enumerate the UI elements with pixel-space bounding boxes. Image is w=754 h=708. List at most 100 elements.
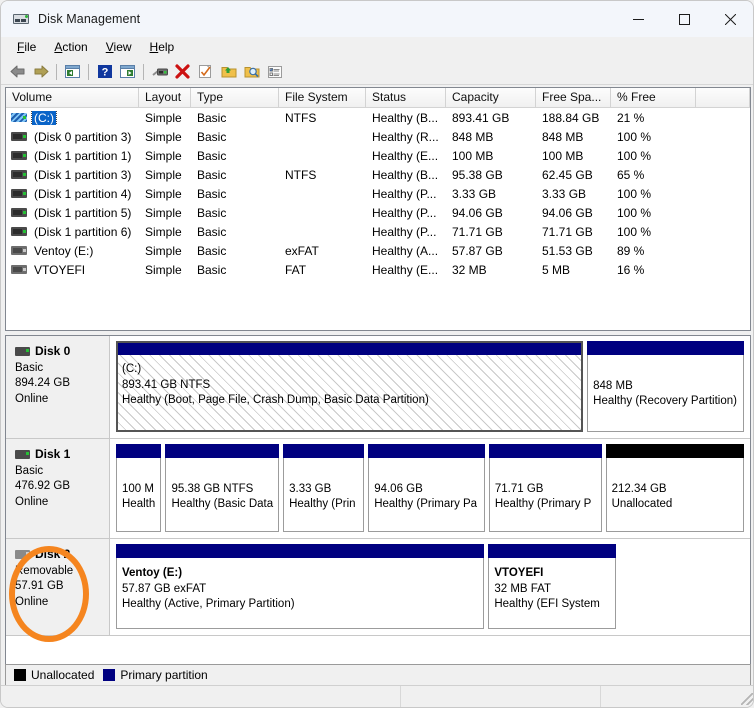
cell-capacity: 57.87 GB: [446, 244, 536, 258]
cell-status: Healthy (P...: [366, 187, 446, 201]
delete-icon[interactable]: [171, 61, 194, 83]
partition-block[interactable]: 100 MHealth: [116, 444, 161, 532]
column-header-status[interactable]: Status: [366, 88, 446, 107]
status-pane-2: [401, 686, 601, 708]
volume-name: (C:): [32, 111, 56, 125]
disk-state: Online: [15, 495, 109, 511]
back-icon[interactable]: [6, 61, 29, 83]
cell-layout: Simple: [139, 225, 191, 239]
disk-name: Disk 1: [35, 447, 70, 463]
cell-layout: Simple: [139, 130, 191, 144]
menu-action[interactable]: Action: [45, 39, 96, 56]
legend-item: Unallocated: [14, 668, 94, 682]
disk-info-panel[interactable]: Disk 0Basic894.24 GBOnline: [6, 336, 110, 438]
partition-line-3: Healthy (Prin: [289, 497, 358, 513]
column-header-free[interactable]: % Free: [611, 88, 696, 107]
volume-row[interactable]: (Disk 1 partition 1)SimpleBasicHealthy (…: [6, 146, 750, 165]
volume-name: (Disk 1 partition 3): [32, 168, 133, 182]
partition-block[interactable]: 95.38 GB NTFSHealthy (Basic Data: [165, 444, 279, 532]
partition-block[interactable]: 3.33 GBHealthy (Prin: [283, 444, 364, 532]
menu-action-label: ction: [62, 40, 87, 54]
column-header-free-spa[interactable]: Free Spa...: [536, 88, 611, 107]
properties-icon[interactable]: [194, 61, 217, 83]
disk-title: Disk 2: [15, 547, 109, 563]
partition-details: 71.71 GBHealthy (Primary P: [489, 458, 602, 532]
disk-info-panel[interactable]: Disk 2Removable57.91 GBOnline: [6, 539, 110, 635]
partition-line-1: [495, 466, 596, 482]
column-header-file-system[interactable]: File System: [279, 88, 366, 107]
partition-header-bar: [606, 444, 744, 458]
menu-view-label: iew: [114, 40, 132, 54]
partition-block[interactable]: Ventoy (E:)57.87 GB exFATHealthy (Active…: [116, 544, 484, 629]
cell-type: Basic: [191, 206, 279, 220]
disk-info-panel[interactable]: Disk 1Basic476.92 GBOnline: [6, 439, 110, 538]
partition-block[interactable]: 212.34 GBUnallocated: [606, 444, 744, 532]
cell-status: Healthy (P...: [366, 206, 446, 220]
volume-row[interactable]: (Disk 1 partition 5)SimpleBasicHealthy (…: [6, 203, 750, 222]
cell-layout: Simple: [139, 263, 191, 277]
column-header-blank[interactable]: [696, 88, 750, 107]
close-button[interactable]: [707, 1, 753, 37]
disk-type: Basic: [15, 361, 109, 377]
cell-status: Healthy (A...: [366, 244, 446, 258]
cell-percent_free: 100 %: [611, 149, 696, 163]
menu-help[interactable]: Help: [141, 39, 184, 56]
partition-line-2: 32 MB FAT: [494, 582, 609, 598]
column-header-type[interactable]: Type: [191, 88, 279, 107]
partition-details: 95.38 GB NTFSHealthy (Basic Data: [165, 458, 279, 532]
export-list-icon[interactable]: [217, 61, 240, 83]
legend-item: Primary partition: [103, 668, 207, 682]
partition-block[interactable]: 94.06 GBHealthy (Primary Pa: [368, 444, 485, 532]
volume-list: VolumeLayoutTypeFile SystemStatusCapacit…: [5, 87, 751, 331]
cell-free_space: 62.45 GB: [536, 168, 611, 182]
partition-details: 100 MHealth: [116, 458, 161, 532]
minimize-button[interactable]: [615, 1, 661, 37]
partition-block[interactable]: 848 MBHealthy (Recovery Partition): [587, 341, 744, 432]
disk-title: Disk 0: [15, 344, 109, 360]
menu-file[interactable]: File: [8, 39, 45, 56]
volume-row[interactable]: (Disk 1 partition 4)SimpleBasicHealthy (…: [6, 184, 750, 203]
volume-row[interactable]: Ventoy (E:)SimpleBasicexFATHealthy (A...…: [6, 241, 750, 260]
cell-status: Healthy (B...: [366, 168, 446, 182]
volume-removable-icon: [11, 245, 27, 256]
partition-header-bar: [489, 444, 602, 458]
cell-status: Healthy (E...: [366, 263, 446, 277]
partition-block[interactable]: (C:)893.41 GB NTFSHealthy (Boot, Page Fi…: [116, 341, 583, 432]
partition-details: Ventoy (E:)57.87 GB exFATHealthy (Active…: [116, 558, 484, 629]
column-header-capacity[interactable]: Capacity: [446, 88, 536, 107]
maximize-button[interactable]: [661, 1, 707, 37]
disk-icon: [15, 450, 30, 459]
partition-line-1: [171, 466, 273, 482]
show-hide-console-tree-icon[interactable]: [116, 61, 139, 83]
partition-header-bar: [165, 444, 279, 458]
partition-block[interactable]: [620, 544, 744, 629]
cell-file_system: NTFS: [279, 168, 366, 182]
disk-management-icon: [13, 11, 29, 27]
menu-file-label: ile: [24, 40, 36, 54]
search-icon[interactable]: [240, 61, 263, 83]
partition-line-2: 3.33 GB: [289, 482, 358, 498]
menu-view[interactable]: View: [97, 39, 141, 56]
partition-block[interactable]: 71.71 GBHealthy (Primary P: [489, 444, 602, 532]
cell-percent_free: 89 %: [611, 244, 696, 258]
partition-line-1: [593, 363, 738, 379]
cell-capacity: 95.38 GB: [446, 168, 536, 182]
resize-grip-icon[interactable]: [741, 693, 753, 705]
cell-type: Basic: [191, 225, 279, 239]
volume-name: (Disk 0 partition 3): [32, 130, 133, 144]
column-header-volume[interactable]: Volume: [6, 88, 139, 107]
forward-icon[interactable]: [29, 61, 52, 83]
up-one-level-icon[interactable]: [61, 61, 84, 83]
cell-file_system: exFAT: [279, 244, 366, 258]
cell-layout: Simple: [139, 187, 191, 201]
list-view-icon[interactable]: [263, 61, 286, 83]
partition-block[interactable]: VTOYEFI32 MB FATHealthy (EFI System: [488, 544, 615, 629]
help-icon[interactable]: ?: [93, 61, 116, 83]
volume-row[interactable]: (C:)SimpleBasicNTFSHealthy (B...893.41 G…: [6, 108, 750, 127]
volume-row[interactable]: (Disk 1 partition 3)SimpleBasicNTFSHealt…: [6, 165, 750, 184]
rescan-disks-icon[interactable]: [148, 61, 171, 83]
column-header-layout[interactable]: Layout: [139, 88, 191, 107]
volume-row[interactable]: (Disk 0 partition 3)SimpleBasicHealthy (…: [6, 127, 750, 146]
volume-row[interactable]: (Disk 1 partition 6)SimpleBasicHealthy (…: [6, 222, 750, 241]
volume-row[interactable]: VTOYEFISimpleBasicFATHealthy (E...32 MB5…: [6, 260, 750, 279]
